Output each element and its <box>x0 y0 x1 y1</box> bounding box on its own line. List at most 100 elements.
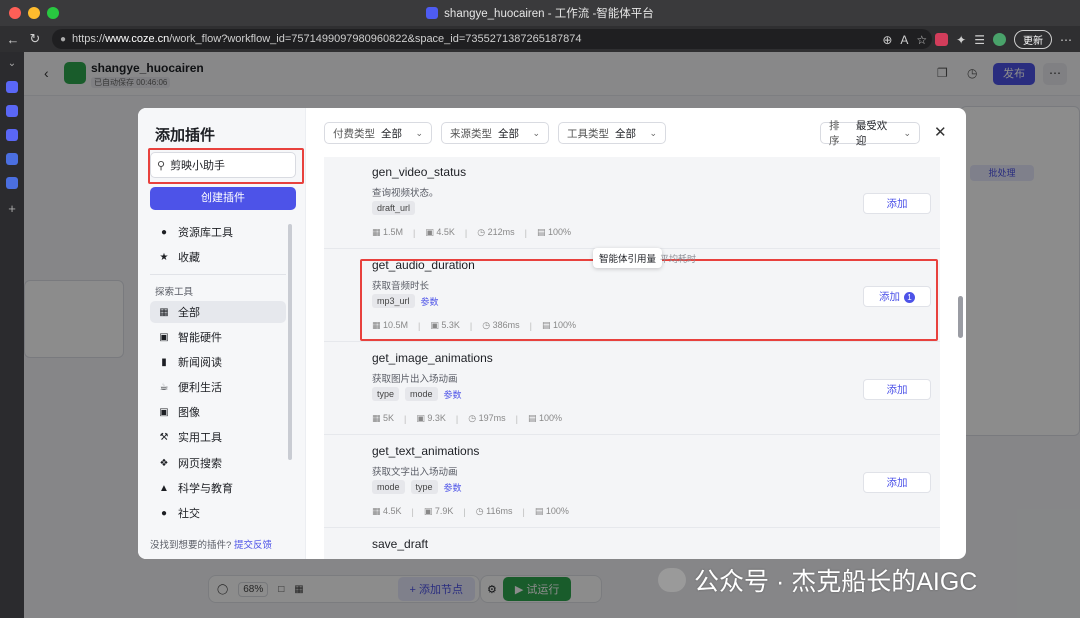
plugin-row[interactable]: save_draft <box>324 529 940 559</box>
browser-extensions: ⊕ A ☆ ✦ ☰ 更新 ⋯ <box>882 30 1072 49</box>
add-plugin-button[interactable]: 添加 <box>863 472 931 493</box>
plugin-row[interactable]: get_image_animations 获取图片出入场动画 type mode… <box>324 343 940 435</box>
downloads-stat: ▦ 1.5M <box>372 227 404 237</box>
sidebar-item-image[interactable]: ▣ 图像 <box>150 401 286 423</box>
puzzle-icon[interactable]: ✦ <box>956 33 966 47</box>
add-plugin-modal: 添加插件 ⚲ 创建插件 ● 资源库工具 ★ 收藏 探索工具 ▦ 全部 ▣ 智能硬… <box>138 108 966 559</box>
star-icon: ★ <box>159 251 169 263</box>
sort-select[interactable]: 排序 最受欢迎 ⌄ <box>820 120 920 147</box>
minimize-window-button[interactable] <box>28 7 40 19</box>
feedback-link[interactable]: 提交反馈 <box>234 540 272 551</box>
network-icon: ❖ <box>159 457 169 469</box>
sidebar-tab-icon[interactable] <box>6 81 18 93</box>
sidebar-divider <box>150 274 286 275</box>
downloads-stat: ▦ 5K <box>372 413 395 423</box>
sidebar-item-education[interactable]: ▲ 科学与教育 <box>150 477 286 499</box>
zoom-icon[interactable]: ⊕ <box>882 33 892 47</box>
sidebar-item-smart-hardware[interactable]: ▣ 智能硬件 <box>150 326 286 348</box>
plugin-name: save_draft <box>372 537 429 551</box>
explore-tools-label: 探索工具 <box>155 287 194 298</box>
chip-icon: ▣ <box>159 331 169 343</box>
wechat-icon <box>658 568 686 592</box>
back-arrow-icon[interactable]: ← <box>2 32 24 47</box>
image-icon: ▣ <box>159 406 169 418</box>
sidebar-item-utilities[interactable]: ⚒ 实用工具 <box>150 426 286 448</box>
more-menu-icon[interactable]: ⋯ <box>1060 33 1072 47</box>
filter-source-type[interactable]: 来源类型 全部 ⌄ <box>441 122 549 144</box>
sidebar-tab-icon[interactable] <box>6 105 18 117</box>
plugin-name: get_text_animations <box>372 444 480 458</box>
sidebar-item-web-search[interactable]: ❖ 网页搜索 <box>150 452 286 474</box>
filter-pay-type[interactable]: 付费类型 全部 ⌄ <box>324 122 432 144</box>
chevron-down-icon: ⌄ <box>415 127 423 138</box>
sidebar-item-social[interactable]: ● 社交 <box>150 502 286 524</box>
sidebar-item-life[interactable]: ☕ 便利生活 <box>150 376 286 398</box>
plugin-stats: ▦ 5K | ▣ 9.3K | ◷ 197ms | ▤ 100% <box>372 413 563 424</box>
person-icon: ● <box>160 226 168 238</box>
maximize-window-button[interactable] <box>47 7 59 19</box>
browser-toolbar: ← ↻ ● https://www.coze.cn/work_flow?work… <box>0 26 1080 52</box>
wrench-icon: ⚒ <box>159 431 169 443</box>
address-bar[interactable]: ● https://www.coze.cn/work_flow?workflow… <box>52 29 932 49</box>
filter-tool-type[interactable]: 工具类型 全部 ⌄ <box>558 122 666 144</box>
window-controls <box>9 7 59 19</box>
search-highlight-box <box>148 148 304 184</box>
sidebar-item-news[interactable]: ▮ 新闻阅读 <box>150 351 286 373</box>
window-titlebar: shangye_huocairen - 工作流 -智能体平台 <box>0 0 1080 26</box>
latency-stat: ◷ 212ms <box>477 227 515 237</box>
plugin-desc: 获取图片出入场动画 <box>372 374 458 385</box>
add-tab-icon[interactable]: + <box>8 201 16 216</box>
success-rate-stat: ▤ 100% <box>527 413 563 423</box>
param-link[interactable]: 参数 <box>444 481 462 494</box>
favorites-icon[interactable]: ☰ <box>974 33 985 47</box>
latency-stat: ◷ 116ms <box>475 506 513 516</box>
chevron-down-icon: ⌄ <box>649 127 657 138</box>
close-modal-icon[interactable]: ✕ <box>934 123 947 141</box>
watermark: 公众号 · 杰克船长的AIGC <box>658 562 977 598</box>
chevron-down-icon: ⌄ <box>903 127 911 138</box>
add-plugin-button[interactable]: 添加 <box>863 193 931 214</box>
plugin-stats: ▦ 1.5M | ▣ 4.5K | ◷ 212ms | ▤ 100% <box>372 227 572 238</box>
sidebar-tab-icon[interactable] <box>6 153 18 165</box>
downloads-stat: ▦ 4.5K <box>372 506 402 516</box>
bot-usage-stat: ▣ 9.3K <box>416 413 446 423</box>
plugin-list-scrollbar[interactable] <box>958 296 963 338</box>
modal-title: 添加插件 <box>155 127 216 144</box>
create-plugin-button[interactable]: 创建插件 <box>150 187 296 210</box>
update-button[interactable]: 更新 <box>1014 30 1052 49</box>
success-rate-stat: ▤ 100% <box>534 506 569 516</box>
plugin-params: mode type 参数 <box>372 480 462 494</box>
param-tag: mode <box>372 480 405 494</box>
reload-icon[interactable]: ↻ <box>24 31 46 47</box>
plugin-row[interactable]: gen_video_status 查询视频状态。 draft_url ▦ 1.5… <box>324 157 940 249</box>
plugin-highlight-box <box>360 259 938 341</box>
plugin-desc: 获取文字出入场动画 <box>372 467 458 478</box>
plugin-params: draft_url <box>372 201 416 215</box>
sidebar-item-favorites[interactable]: ★ 收藏 <box>150 246 286 268</box>
param-tag: type <box>372 387 400 401</box>
chevron-down-icon[interactable]: ⌄ <box>8 58 16 69</box>
close-window-button[interactable] <box>9 7 21 19</box>
sidebar-tab-icon[interactable] <box>6 129 18 141</box>
extension-icon[interactable] <box>935 33 949 46</box>
plugin-row[interactable]: get_text_animations 获取文字出入场动画 mode type … <box>324 436 940 528</box>
sidebar-scrollbar[interactable] <box>288 224 292 460</box>
sidebar-tab-icon[interactable] <box>6 177 18 189</box>
param-link[interactable]: 参数 <box>444 388 462 401</box>
plugin-stats: ▦ 4.5K | ▣ 7.9K | ◷ 116ms | ▤ 100% <box>372 506 569 517</box>
sidebar-item-library-tools[interactable]: ● 资源库工具 <box>150 221 286 243</box>
read-aloud-icon[interactable]: A <box>900 33 908 47</box>
tooltip-adjacent-label: 平均耗时 <box>660 254 697 264</box>
chat-icon: ● <box>160 507 168 519</box>
favorite-star-icon[interactable]: ☆ <box>916 33 927 47</box>
coze-favicon-icon <box>426 7 439 19</box>
tab-title: shangye_huocairen - 工作流 -智能体平台 <box>426 5 654 21</box>
add-plugin-button[interactable]: 添加 <box>863 379 931 400</box>
profile-icon[interactable] <box>993 33 1006 46</box>
chevron-down-icon: ⌄ <box>532 127 540 138</box>
tooltip: 智能体引用量 <box>593 248 663 268</box>
sidebar-item-all[interactable]: ▦ 全部 <box>150 301 286 323</box>
browser-sidebar: ⌄ + <box>0 52 24 618</box>
latency-stat: ◷ 197ms <box>468 413 506 423</box>
bot-usage-stat: ▣ 4.5K <box>425 227 455 237</box>
